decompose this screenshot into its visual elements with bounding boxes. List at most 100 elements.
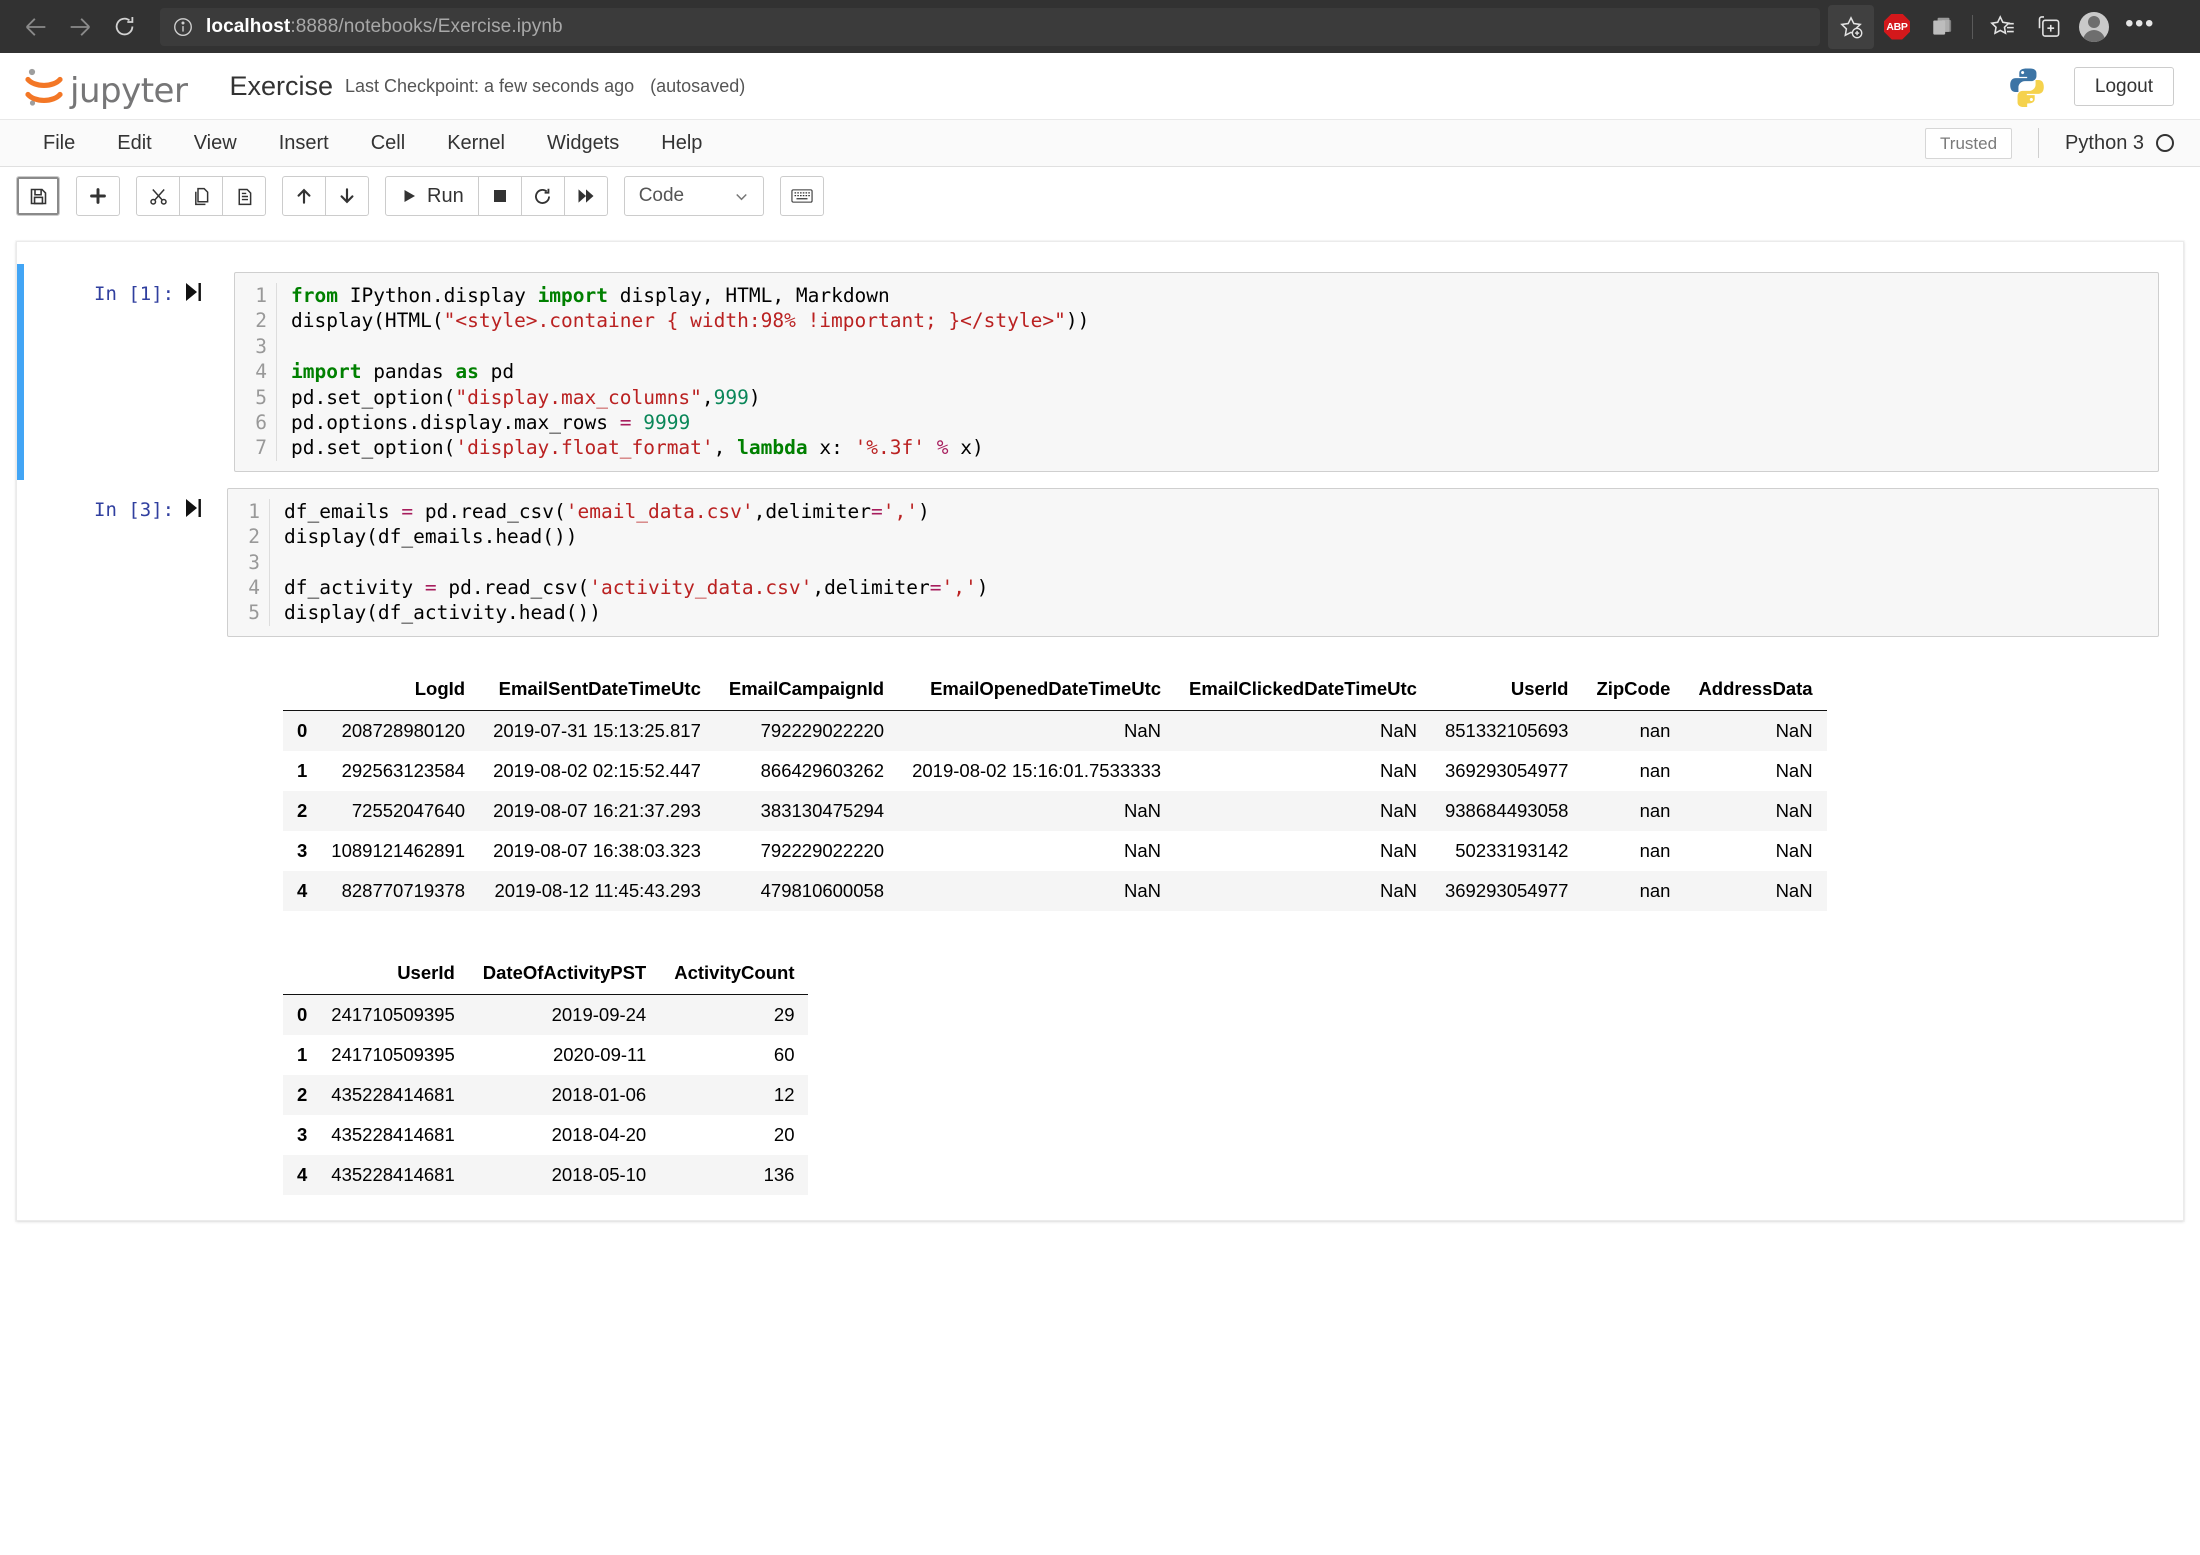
menu-item-insert[interactable]: Insert — [258, 133, 350, 153]
table-cell: 866429603262 — [760, 759, 885, 781]
add-favorite-star-icon[interactable] — [1828, 4, 1874, 49]
row-index: 2 — [297, 1083, 308, 1105]
notebook-toolbar: Run Code — [0, 167, 2200, 225]
table-cell: 29 — [773, 1003, 795, 1025]
table-cell: 2019-08-07 16:21:37.293 — [493, 799, 701, 821]
code-cell-1[interactable]: In [1]: 1234567 from IPython.display imp… — [17, 264, 2183, 480]
arrow-down-icon[interactable] — [325, 176, 369, 216]
add-collection-icon[interactable] — [2025, 5, 2071, 49]
table-row: 2 435228414681 2018-01-06 12 — [283, 1074, 809, 1115]
line-number-gutter-1: 1234567 — [235, 283, 277, 461]
save-floppy-icon[interactable] — [16, 176, 60, 216]
trusted-badge[interactable]: Trusted — [1925, 127, 2013, 159]
table-cell: 2019-08-02 02:15:52.447 — [493, 759, 701, 781]
row-index: 2 — [297, 799, 308, 821]
row-index: 3 — [297, 1123, 308, 1145]
collections-icon[interactable] — [1920, 5, 1966, 49]
paste-icon[interactable] — [222, 176, 266, 216]
toolbar-group-clipboard — [136, 176, 266, 216]
table-cell: NaN — [1124, 839, 1162, 861]
row-index: 3 — [297, 839, 308, 861]
column-header: ZipCode — [1582, 670, 1685, 711]
table-header-row: UserId DateOfActivityPST ActivityCount — [283, 954, 809, 995]
stop-square-icon[interactable] — [477, 176, 522, 216]
fast-forward-icon[interactable] — [563, 176, 608, 216]
column-header: EmailSentDateTimeUtc — [479, 670, 715, 711]
address-bar[interactable]: localhost:8888/notebooks/Exercise.ipynb — [160, 7, 1820, 46]
table-row: 3 1089121462891 2019-08-07 16:38:03.323 792… — [283, 830, 1827, 871]
table-cell: 435228414681 — [331, 1123, 455, 1145]
add-cell-plus-icon[interactable] — [76, 176, 120, 216]
kernel-idle-circle-icon[interactable] — [2156, 134, 2174, 152]
line-number: 5 — [255, 385, 267, 409]
notebook-name[interactable]: Exercise — [229, 71, 333, 102]
code-line: df_activity = pd.read_csv('activity_data… — [284, 576, 989, 600]
back-arrow-icon[interactable] — [14, 5, 58, 49]
run-this-cell-icon[interactable] — [186, 498, 202, 522]
table-cell: 2019-08-02 15:16:01.7533333 — [912, 759, 1162, 781]
table-cell: 12 — [773, 1083, 795, 1105]
menu-item-help[interactable]: Help — [640, 133, 723, 153]
menu-item-view[interactable]: View — [173, 133, 258, 153]
notebook-container: In [1]: 1234567 from IPython.display imp… — [16, 241, 2184, 1221]
forward-arrow-icon[interactable] — [58, 5, 102, 49]
cell-type-select[interactable]: Code — [623, 176, 764, 216]
ellipsis-glyph: ••• — [2125, 9, 2155, 37]
run-this-cell-icon[interactable] — [186, 283, 202, 306]
keyboard-icon[interactable] — [779, 176, 824, 216]
table-row: 4 435228414681 2018-05-10 136 — [283, 1154, 809, 1195]
table-cell: 50233193142 — [1455, 839, 1569, 861]
line-number: 2 — [255, 309, 267, 333]
menu-item-kernel[interactable]: Kernel — [426, 133, 526, 153]
restart-circular-arrow-icon[interactable] — [520, 176, 565, 216]
notebook-page: In [1]: 1234567 from IPython.display imp… — [0, 225, 2200, 1555]
table-cell: 792229022220 — [760, 839, 885, 861]
line-number-gutter-2: 12345 — [228, 498, 270, 626]
jupyter-brand[interactable]: jupyter — [22, 63, 188, 111]
favorites-list-icon[interactable] — [1979, 5, 2025, 49]
url-host: localhost — [206, 15, 291, 37]
table-row: 4 828770719378 2019-08-12 11:45:43.293 4798… — [283, 870, 1827, 911]
run-button[interactable]: Run — [385, 176, 479, 216]
cell-editor-1[interactable]: 1234567 from IPython.display import disp… — [234, 272, 2159, 472]
table-cell: nan — [1639, 759, 1671, 781]
table-cell: NaN — [1775, 879, 1813, 901]
table-cell: nan — [1639, 719, 1671, 741]
table-cell: NaN — [1379, 719, 1417, 741]
info-icon[interactable] — [172, 16, 194, 38]
table-cell: NaN — [1775, 839, 1813, 861]
reload-icon[interactable] — [102, 5, 146, 49]
table-cell: 60 — [773, 1043, 795, 1065]
profile-avatar-icon[interactable] — [2071, 5, 2117, 49]
toolbar-group-run: Run — [385, 176, 608, 216]
arrow-up-icon[interactable] — [282, 176, 326, 216]
more-options-icon[interactable]: ••• — [2117, 5, 2163, 49]
adblock-plus-icon[interactable]: ABP — [1874, 5, 1920, 49]
code-line: df_emails = pd.read_csv('email_data.csv'… — [284, 499, 930, 523]
abp-badge-label: ABP — [1884, 13, 1910, 40]
menu-item-cell[interactable]: Cell — [350, 133, 426, 153]
table-cell: NaN — [1775, 759, 1813, 781]
menu-bar-right: Trusted Python 3 — [1925, 127, 2200, 159]
column-header: UserId — [1430, 670, 1583, 711]
avatar — [2079, 11, 2109, 42]
logout-button[interactable]: Logout — [2073, 66, 2174, 106]
code-cell-2[interactable]: In [3]: 12345 df_emails = pd.read_csv('e… — [17, 480, 2183, 645]
code-line: display(df_activity.head()) — [284, 601, 601, 625]
line-number: 3 — [255, 334, 267, 358]
scissors-cut-icon[interactable] — [136, 176, 180, 216]
menu-item-edit[interactable]: Edit — [96, 133, 172, 153]
menu-item-file[interactable]: File — [22, 133, 96, 153]
table-cell: 828770719378 — [341, 879, 466, 901]
line-number: 5 — [248, 601, 260, 625]
address-bar-text: localhost:8888/notebooks/Exercise.ipynb — [206, 16, 563, 38]
cell-editor-2[interactable]: 12345 df_emails = pd.read_csv('email_dat… — [227, 487, 2159, 637]
table-cell: 292563123584 — [341, 759, 466, 781]
code-line: from IPython.display import display, HTM… — [291, 284, 890, 307]
column-header: EmailCampaignId — [714, 670, 899, 711]
kernel-name-label: Python 3 — [2065, 131, 2144, 154]
copy-icon[interactable] — [179, 176, 223, 216]
menu-item-widgets[interactable]: Widgets — [526, 133, 640, 153]
dataframe-emails-head: LogId EmailSentDateTimeUtc EmailCampaignId… — [283, 670, 1827, 911]
